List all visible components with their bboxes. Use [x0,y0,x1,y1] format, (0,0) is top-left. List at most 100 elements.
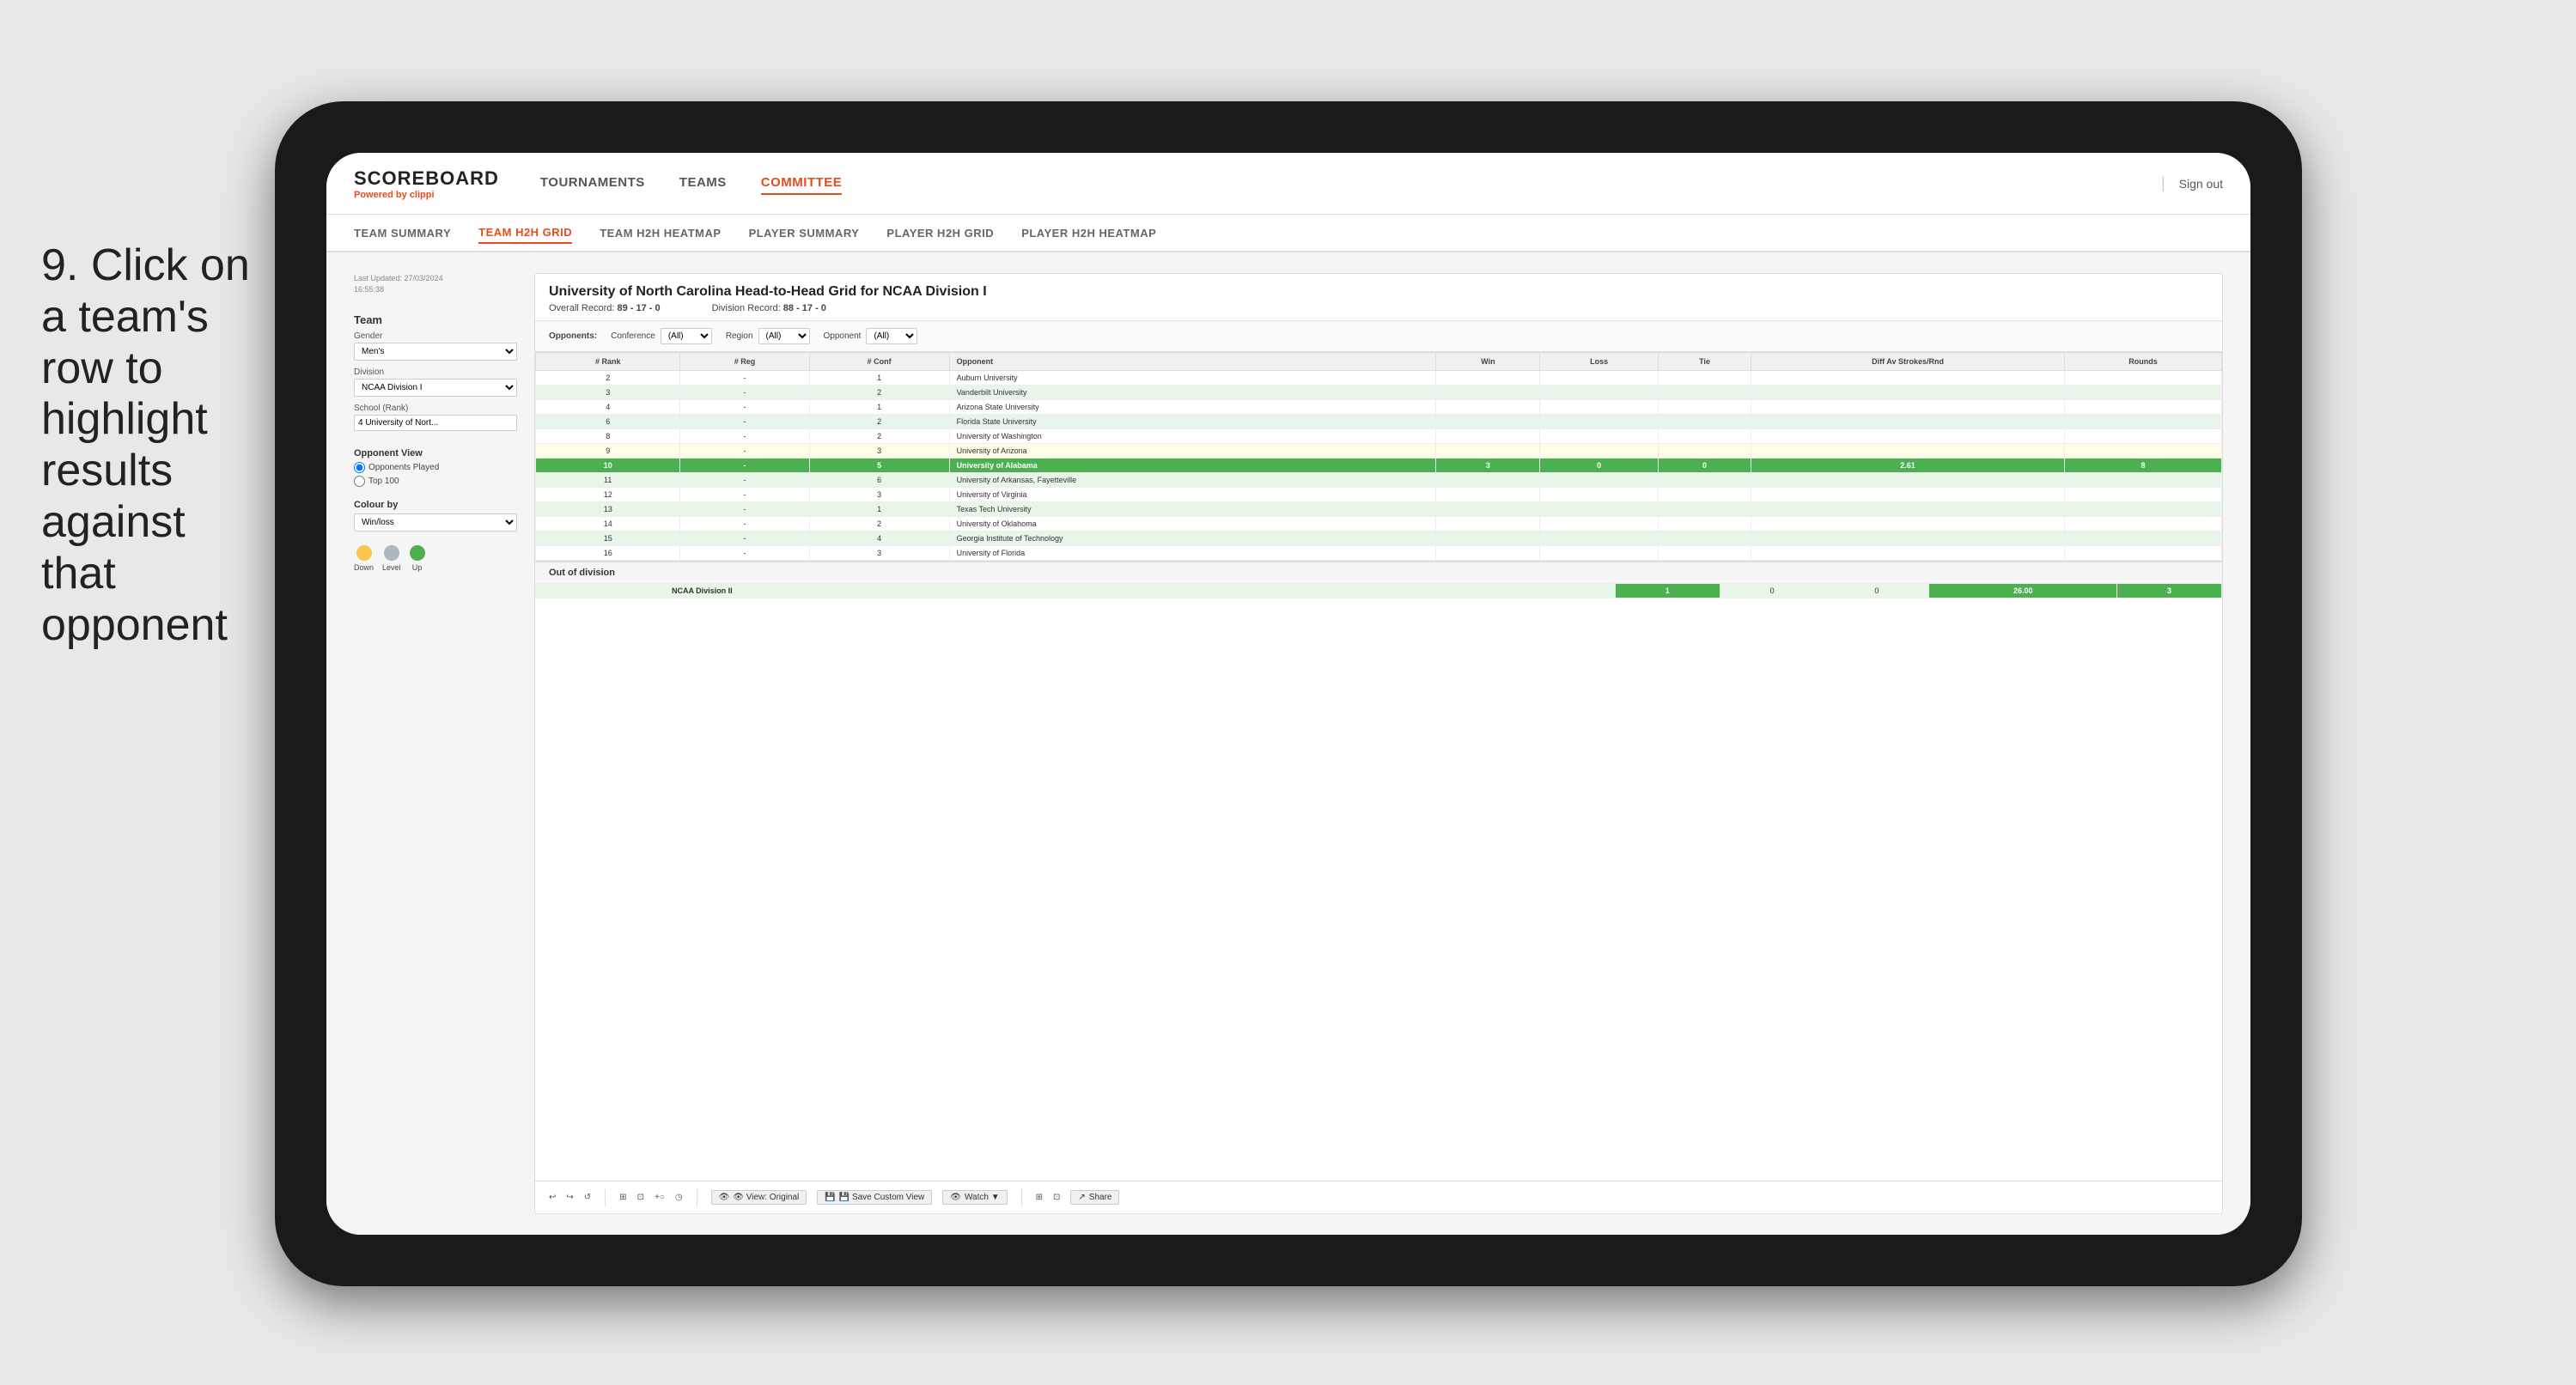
legend-down: Down [354,545,374,572]
cell-opponent: Vanderbilt University [949,386,1436,400]
cell-conf: 1 [809,371,949,386]
cell-rounds [2065,415,2222,429]
cell-opponent: Auburn University [949,371,1436,386]
grid-panel: University of North Carolina Head-to-Hea… [534,273,2223,1214]
opponent-select[interactable]: (All) [866,328,917,344]
sub-nav-player-h2h-heatmap[interactable]: PLAYER H2H HEATMAP [1021,223,1156,243]
cell-opponent: University of Oklahoma [949,517,1436,532]
table-row[interactable]: 3-2Vanderbilt University [536,386,2222,400]
cell-opponent: University of Washington [949,429,1436,444]
gender-select[interactable]: Men's [354,343,517,361]
table-row[interactable]: 10-5University of Alabama3002.618 [536,459,2222,473]
colour-by-select[interactable]: Win/loss [354,513,517,532]
out-div-loss: 0 [1720,584,1824,598]
cell-loss [1540,473,1659,488]
cell-rank: 12 [536,488,680,502]
cell-conf: 3 [809,546,949,561]
cell-rank: 2 [536,371,680,386]
sub-nav-team-h2h-grid[interactable]: TEAM H2H GRID [478,222,572,244]
cell-loss [1540,488,1659,502]
sub-nav-team-h2h-heatmap[interactable]: TEAM H2H HEATMAP [600,223,721,243]
nav-committee[interactable]: COMMITTEE [761,172,843,195]
grid-icon-btn[interactable]: ⊞ [1036,1193,1043,1202]
cell-loss [1540,415,1659,429]
table-row[interactable]: 13-1Texas Tech University [536,502,2222,517]
undo-btn[interactable]: ↩ [549,1193,556,1202]
table-row[interactable]: 9-3University of Arizona [536,444,2222,459]
cell-loss [1540,532,1659,546]
cell-rounds: 8 [2065,459,2222,473]
grid-title: University of North Carolina Head-to-Hea… [549,284,2208,300]
table-row[interactable]: 11-6University of Arkansas, Fayetteville [536,473,2222,488]
cell-reg: - [680,386,809,400]
time-btn[interactable]: ◷ [675,1193,683,1202]
cell-opponent: University of Alabama [949,459,1436,473]
out-div-diff: 26.00 [1929,584,2117,598]
revert-btn[interactable]: ↺ [584,1193,591,1202]
nav-teams[interactable]: TEAMS [679,172,727,195]
table-row[interactable]: 16-3University of Florida [536,546,2222,561]
cell-diff [1751,546,2065,561]
cell-tie [1659,444,1751,459]
cell-diff [1751,415,2065,429]
redo-btn[interactable]: ↪ [566,1193,573,1202]
tablet-screen: SCOREBOARD Powered by clippi TOURNAMENTS… [326,153,2250,1235]
nav-tournaments[interactable]: TOURNAMENTS [540,172,645,195]
cell-opponent: Georgia Institute of Technology [949,532,1436,546]
save-custom-view-btn[interactable]: 💾 💾 Save Custom View [817,1190,932,1205]
table-row[interactable]: 8-2University of Washington [536,429,2222,444]
cell-diff [1751,386,2065,400]
division-select[interactable]: NCAA Division I [354,379,517,397]
out-div-win: 1 [1615,584,1720,598]
table-row[interactable]: 14-2University of Oklahoma [536,517,2222,532]
cell-diff [1751,473,2065,488]
table-row[interactable]: 12-3University of Virginia [536,488,2222,502]
sub-nav-player-h2h-grid[interactable]: PLAYER H2H GRID [886,223,994,243]
cell-tie [1659,532,1751,546]
cell-diff [1751,429,2065,444]
cell-opponent: University of Florida [949,546,1436,561]
sub-nav-team-summary[interactable]: TEAM SUMMARY [354,223,451,243]
add-btn[interactable]: +○ [655,1193,665,1202]
conference-select[interactable]: (All) [661,328,712,344]
school-input[interactable] [354,415,517,431]
cell-loss [1540,429,1659,444]
crop-btn[interactable]: ⊞ [619,1193,626,1202]
region-select[interactable]: (All) [758,328,810,344]
col-conf: # Conf [809,353,949,371]
view-original-btn[interactable]: 👁 👁 View: Original [711,1190,807,1205]
cell-win [1436,488,1540,502]
share-btn[interactable]: ↗ Share [1070,1190,1119,1205]
table-row[interactable]: 2-1Auburn University [536,371,2222,386]
cell-opponent: Texas Tech University [949,502,1436,517]
radio-top100[interactable]: Top 100 [354,476,517,487]
table-row[interactable]: 6-2Florida State University [536,415,2222,429]
layout-btn[interactable]: ⊡ [637,1193,644,1202]
radio-opponents-played[interactable]: Opponents Played [354,462,517,473]
cell-rank: 8 [536,429,680,444]
cell-win [1436,429,1540,444]
sub-nav-player-summary[interactable]: PLAYER SUMMARY [749,223,860,243]
cell-diff [1751,532,2065,546]
cell-conf: 3 [809,488,949,502]
cell-rounds [2065,473,2222,488]
cell-rank: 9 [536,444,680,459]
col-win: Win [1436,353,1540,371]
cell-diff: 2.61 [1751,459,2065,473]
out-div-rounds: 3 [2117,584,2222,598]
col-opponent: Opponent [949,353,1436,371]
table-row[interactable]: 15-4Georgia Institute of Technology [536,532,2222,546]
out-division-row[interactable]: NCAA Division II 1 0 0 26.00 3 [536,584,2222,598]
cell-rank: 14 [536,517,680,532]
opponents-label: Opponents: [549,331,597,341]
sign-out-link[interactable]: Sign out [2179,177,2223,191]
cell-conf: 6 [809,473,949,488]
watch-btn[interactable]: 👁 Watch ▼ [942,1190,1007,1205]
team-section-title: Team [354,313,517,326]
table-row[interactable]: 4-1Arizona State University [536,400,2222,415]
division-label: Division [354,368,517,377]
cell-opponent: Florida State University [949,415,1436,429]
nav-items: TOURNAMENTS TEAMS COMMITTEE [540,172,2161,195]
panel-icon-btn[interactable]: ⊡ [1053,1193,1060,1202]
cell-conf: 2 [809,517,949,532]
